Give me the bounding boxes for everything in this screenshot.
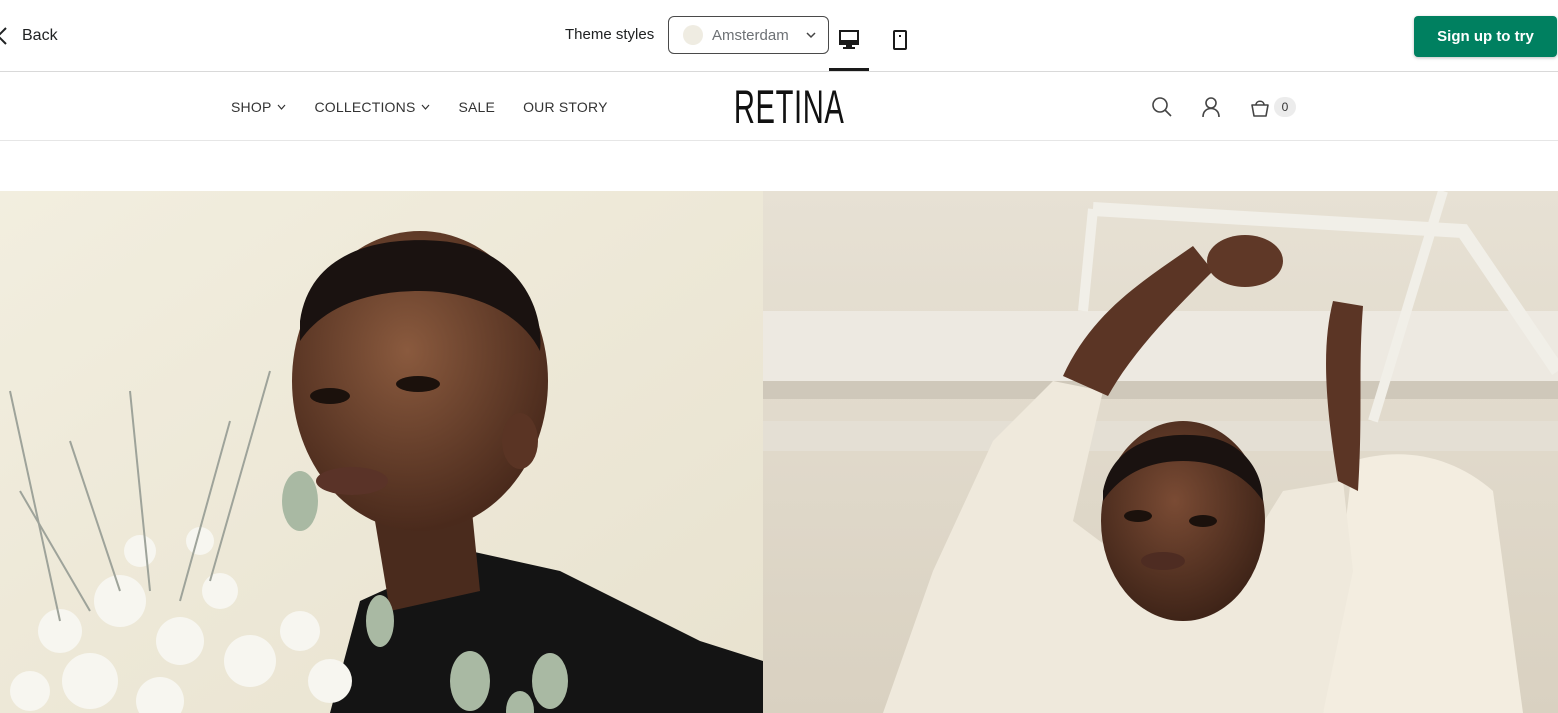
hero-image-right[interactable] xyxy=(763,191,1558,713)
nav-item-our-story[interactable]: OUR STORY xyxy=(523,99,608,115)
mobile-icon xyxy=(893,30,907,50)
active-device-indicator xyxy=(829,68,869,71)
nav-item-label: SHOP xyxy=(231,99,272,115)
mobile-view-button[interactable] xyxy=(880,20,920,60)
back-button[interactable]: Back xyxy=(0,22,58,50)
nav-item-collections[interactable]: COLLECTIONS xyxy=(314,99,430,115)
desktop-icon xyxy=(839,30,859,49)
main-nav: SHOP COLLECTIONS SALE OUR STORY xyxy=(231,99,636,115)
nav-item-label: COLLECTIONS xyxy=(314,99,416,115)
desktop-view-button[interactable] xyxy=(829,20,869,60)
chevron-down-icon xyxy=(422,104,430,110)
model-stretching-illustration xyxy=(763,191,1558,713)
cart-count-badge: 0 xyxy=(1274,97,1296,117)
editor-toolbar: Back Theme styles Amsterdam Sign up to t… xyxy=(0,0,1558,72)
sign-up-button[interactable]: Sign up to try xyxy=(1414,16,1557,57)
theme-color-swatch xyxy=(683,25,703,45)
theme-styles-label: Theme styles xyxy=(565,26,655,43)
nav-item-label: OUR STORY xyxy=(523,99,608,115)
theme-style-value: Amsterdam xyxy=(712,26,789,44)
hero-image-left[interactable] xyxy=(0,191,763,713)
chevron-left-icon xyxy=(0,27,7,45)
chevron-down-icon xyxy=(278,104,286,110)
model-with-flowers-illustration xyxy=(0,191,763,713)
theme-style-select[interactable]: Amsterdam xyxy=(668,16,829,54)
chevron-down-icon xyxy=(806,32,816,39)
nav-item-label: SALE xyxy=(458,99,496,115)
account-icon[interactable] xyxy=(1199,95,1223,119)
store-header: SHOP COLLECTIONS SALE OUR STORY RETINA 0 xyxy=(0,72,1558,141)
store-logo[interactable]: RETINA xyxy=(734,83,844,131)
cart-icon[interactable] xyxy=(1248,95,1272,119)
nav-item-shop[interactable]: SHOP xyxy=(231,99,286,115)
back-label: Back xyxy=(22,27,58,44)
search-icon[interactable] xyxy=(1150,95,1174,119)
nav-item-sale[interactable]: SALE xyxy=(458,99,495,115)
hero-image-grid xyxy=(0,191,1558,713)
